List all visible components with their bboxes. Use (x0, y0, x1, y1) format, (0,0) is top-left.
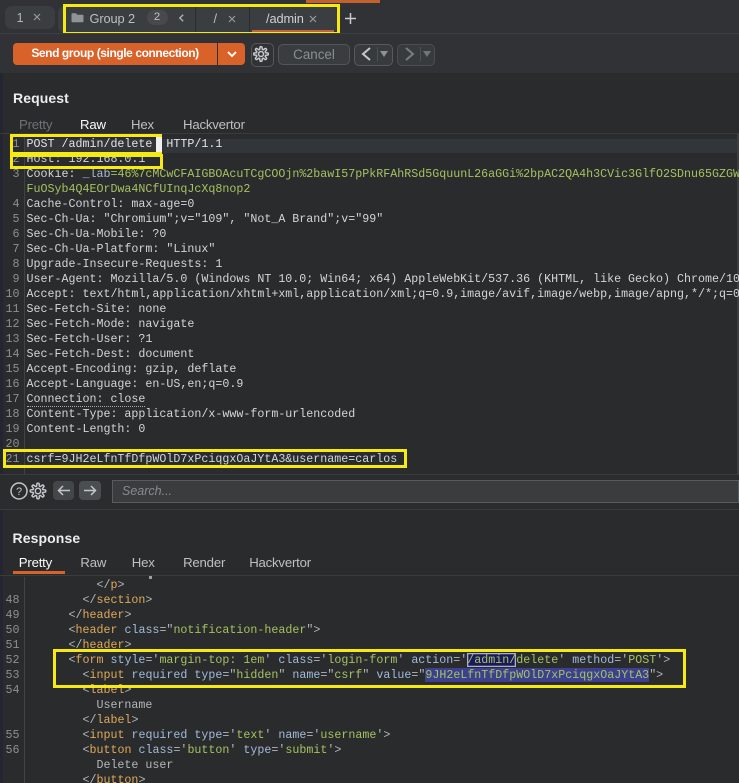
svg-text:?: ? (16, 486, 22, 498)
